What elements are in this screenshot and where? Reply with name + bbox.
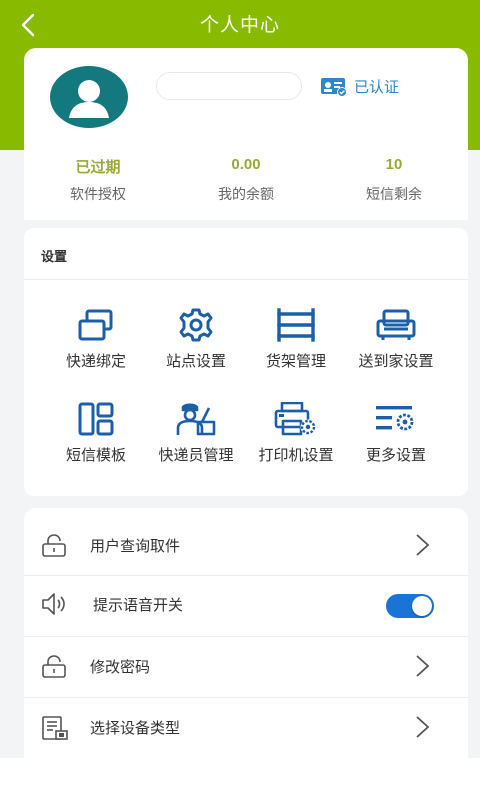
shelf-icon xyxy=(277,308,315,342)
gear-icon xyxy=(179,308,213,342)
settings-item-shelf-management[interactable]: 货架管理 xyxy=(244,308,348,371)
voice-prompt-toggle[interactable] xyxy=(386,594,434,618)
top-bar: 个人中心 xyxy=(0,0,480,48)
list-item-label: 修改密码 xyxy=(90,658,151,676)
stat-value: 已过期 xyxy=(75,159,121,176)
more-settings-icon xyxy=(376,406,414,431)
speaker-icon xyxy=(42,593,65,615)
stat-sms-remaining[interactable]: 10 短信剩余 xyxy=(320,156,468,204)
profile-card: 已认证 已过期 软件授权 0.00 我的余额 10 短信剩余 xyxy=(24,48,468,220)
settings-card: 设置 快递绑定 站点设置 货架管理 送到家设置 短信模板 快递员管理 打印机设置… xyxy=(24,228,468,496)
settings-item-label: 货架管理 xyxy=(265,352,326,370)
id-card-check-icon xyxy=(321,77,347,97)
settings-item-printer-settings[interactable]: 打印机设置 xyxy=(244,402,348,465)
settings-item-label: 快递绑定 xyxy=(65,352,126,370)
lock-icon xyxy=(42,655,66,678)
lock-icon xyxy=(42,534,66,557)
list-item-device-type[interactable]: 选择设备类型 xyxy=(24,698,468,758)
sofa-icon xyxy=(376,309,416,340)
chevron-right-icon xyxy=(416,716,430,738)
settings-item-label: 打印机设置 xyxy=(258,446,334,464)
stat-balance[interactable]: 0.00 我的余额 xyxy=(172,156,320,204)
username-field xyxy=(156,72,302,100)
settings-item-express-binding[interactable]: 快递绑定 xyxy=(44,308,148,371)
list-item-change-password[interactable]: 修改密码 xyxy=(24,637,468,697)
settings-item-site-settings[interactable]: 站点设置 xyxy=(144,308,248,371)
divider xyxy=(24,279,468,280)
list-item-label: 提示语音开关 xyxy=(93,596,184,614)
settings-item-label: 更多设置 xyxy=(365,446,426,464)
template-icon xyxy=(78,402,114,436)
toggle-knob xyxy=(412,596,432,616)
stat-software-license[interactable]: 已过期 软件授权 xyxy=(24,156,172,204)
stat-value: 10 xyxy=(385,156,403,173)
chevron-right-icon xyxy=(416,534,430,556)
settings-item-sms-template[interactable]: 短信模板 xyxy=(44,402,148,465)
settings-item-label: 快递员管理 xyxy=(158,446,234,464)
page-title: 个人中心 xyxy=(199,14,280,36)
bottom-area xyxy=(0,758,480,800)
settings-item-label: 送到家设置 xyxy=(358,352,434,370)
options-list: 用户查询取件 提示语音开关 修改密码 选择设备类型 xyxy=(24,508,468,758)
device-list-icon xyxy=(42,716,68,740)
link-boxes-icon xyxy=(78,309,113,341)
list-item-label: 用户查询取件 xyxy=(90,537,181,555)
chevron-right-icon xyxy=(416,655,430,677)
settings-item-home-delivery[interactable]: 送到家设置 xyxy=(344,308,448,371)
list-item-label: 选择设备类型 xyxy=(90,719,181,737)
list-item-voice-prompt: 提示语音开关 xyxy=(24,576,468,636)
stat-label: 短信剩余 xyxy=(366,187,422,203)
stat-label: 软件授权 xyxy=(70,187,126,203)
stat-label: 我的余额 xyxy=(218,187,274,203)
settings-item-courier-management[interactable]: 快递员管理 xyxy=(144,402,248,465)
user-avatar-icon xyxy=(50,66,128,128)
stats-row: 已过期 软件授权 0.00 我的余额 10 短信剩余 xyxy=(24,156,468,204)
settings-item-more-settings[interactable]: 更多设置 xyxy=(344,402,448,465)
courier-icon xyxy=(176,403,216,436)
settings-item-label: 短信模板 xyxy=(65,446,126,464)
list-item-user-pickup-query[interactable]: 用户查询取件 xyxy=(24,516,468,576)
settings-item-label: 站点设置 xyxy=(165,352,226,370)
verified-badge: 已认证 xyxy=(320,76,399,97)
stat-value: 0.00 xyxy=(231,156,261,173)
settings-title: 设置 xyxy=(41,250,68,265)
verified-label: 已认证 xyxy=(354,78,400,96)
printer-gear-icon xyxy=(274,402,316,436)
avatar[interactable] xyxy=(50,66,128,128)
